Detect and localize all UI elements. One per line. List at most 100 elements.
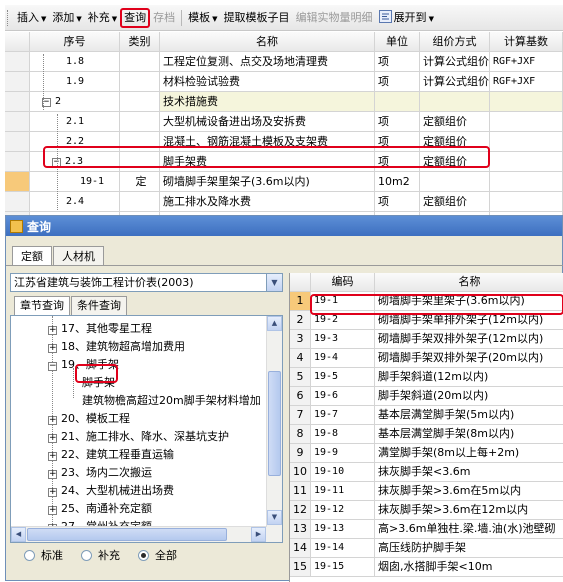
tree-node[interactable]: +20、模板工程	[48, 410, 130, 428]
table-row[interactable]: 19-1 定 砌墙脚手架里架子(3.6m以内) 10m2	[5, 172, 563, 192]
col-header-base[interactable]: 计算基数	[490, 32, 563, 52]
scroll-right-icon[interactable]: ▶	[251, 527, 266, 542]
col-header-code[interactable]: 编码	[311, 273, 375, 292]
chevron-down-icon: ▼	[76, 14, 82, 23]
table-row[interactable]: −2 技术措施费	[5, 92, 563, 112]
tab-divider	[6, 265, 563, 266]
tab-quota[interactable]: 定额	[12, 246, 52, 266]
seq-cell: 2.4	[30, 192, 120, 212]
scroll-up-icon[interactable]: ▲	[267, 316, 282, 331]
save-price-button[interactable]: 存档	[150, 8, 178, 28]
chevron-down-icon: ▼	[41, 14, 47, 23]
expand-icon[interactable]: +	[48, 434, 57, 443]
expand-icon[interactable]: +	[48, 488, 57, 497]
name-cell: 基本层满堂脚手架(5m以内)	[375, 406, 563, 425]
seq-cell: 19-1	[30, 172, 120, 192]
table-row[interactable]: 8 19-8 基本层满堂脚手架(8m以内)	[290, 425, 563, 444]
tab-condition-query[interactable]: 条件查询	[71, 296, 127, 315]
col-header-category[interactable]: 类别	[120, 32, 160, 52]
table-row[interactable]: 9 19-9 满堂脚手架(8m以上每+2m)	[290, 444, 563, 463]
table-row[interactable]: 15 19-15 烟囱,水搭脚手架<10m	[290, 558, 563, 577]
radio-circle[interactable]	[24, 549, 35, 561]
extract-template-button[interactable]: 提取模板子目	[221, 8, 293, 28]
tab-chapter-query[interactable]: 章节查询	[14, 296, 70, 315]
name-cell: 工程定位复测、点交及场地清理费	[160, 52, 375, 72]
table-row[interactable]: 2.4 施工排水及降水费 项 定额组价	[5, 192, 563, 212]
table-row[interactable]: 7 19-7 基本层满堂脚手架(5m以内)	[290, 406, 563, 425]
table-row[interactable]: 4 19-4 砌墙脚手架双排外架子(20m以内)	[290, 349, 563, 368]
scroll-down-icon[interactable]: ▼	[267, 510, 282, 525]
table-row[interactable]: 14 19-14 高压线防护脚手架	[290, 539, 563, 558]
radio-supplement[interactable]: 补充	[81, 547, 120, 563]
chapter-tree: +17、其他零星工程 +18、建筑物超高增加费用 −19、脚手架 脚手架 建筑物…	[10, 315, 283, 543]
query-button[interactable]: 查询	[120, 7, 151, 28]
table-row[interactable]: 2.1 大型机械设备进出场及安拆费 项 定额组价	[5, 112, 563, 132]
tree-node[interactable]: +25、南通补充定额	[48, 500, 152, 518]
scroll-thumb[interactable]	[268, 371, 281, 476]
row-number: 1	[290, 292, 311, 311]
category-cell	[120, 192, 160, 212]
radio-circle[interactable]	[138, 549, 149, 561]
col-header-unit[interactable]: 单位	[375, 32, 420, 52]
highlight-frame-result	[310, 294, 563, 315]
scroll-thumb[interactable]	[27, 528, 227, 541]
tree-node[interactable]: +23、场内二次搬运	[48, 464, 152, 482]
scroll-left-icon[interactable]: ◀	[11, 527, 26, 542]
table-row[interactable]: 6 19-6 脚手架斜道(20m以内)	[290, 387, 563, 406]
base-cell: RGF+JXF	[490, 72, 563, 92]
name-cell: 技术措施费	[160, 92, 375, 112]
tree-vertical-scrollbar[interactable]: ▲ ▼	[266, 316, 282, 542]
col-header-name[interactable]: 名称	[160, 32, 375, 52]
row-header	[5, 52, 30, 72]
code-cell: 19-13	[311, 520, 375, 539]
radio-label: 全部	[155, 549, 177, 562]
table-row[interactable]: 1.9 材料检验试验费 项 计算公式组价 RGF+JXF	[5, 72, 563, 92]
collapse-icon[interactable]: −	[48, 362, 57, 371]
grid-header-row: 序号 类别 名称 单位 组价方式 计算基数	[5, 32, 563, 52]
expand-to-menu[interactable]: 展开到 ▼	[376, 8, 437, 28]
code-cell: 19-7	[311, 406, 375, 425]
code-cell: 19-8	[311, 425, 375, 444]
radio-all[interactable]: 全部	[138, 547, 177, 563]
library-select[interactable]: 江苏省建筑与装饰工程计价表(2003) ▼	[10, 273, 283, 292]
table-row[interactable]: 11 19-11 抹灰脚手架>3.6m在5m以内	[290, 482, 563, 501]
expand-icon[interactable]: +	[48, 452, 57, 461]
col-header-method[interactable]: 组价方式	[420, 32, 490, 52]
tree-horizontal-scrollbar[interactable]: ◀ ▶	[11, 526, 267, 542]
col-header-seq[interactable]: 序号	[30, 32, 120, 52]
table-row[interactable]: 1.8 工程定位复测、点交及场地清理费 项 计算公式组价 RGF+JXF	[5, 52, 563, 72]
expand-icon[interactable]: +	[48, 470, 57, 479]
radio-circle[interactable]	[81, 549, 92, 561]
tree-node[interactable]: +22、建筑工程垂直运输	[48, 446, 174, 464]
dialog-title: 查询	[27, 219, 52, 234]
expand-icon[interactable]: +	[48, 344, 57, 353]
supplement-menu[interactable]: 补充 ▼	[85, 8, 120, 28]
table-row[interactable]: 12 19-12 抹灰脚手架>3.6m在12m以内	[290, 501, 563, 520]
tree-node[interactable]: +18、建筑物超高增加费用	[48, 338, 185, 356]
dialog-tabs: 定额 人材机	[12, 246, 105, 266]
expand-icon[interactable]: +	[48, 416, 57, 425]
table-row[interactable]: 5 19-5 脚手架斜道(12m以内)	[290, 368, 563, 387]
tree-node[interactable]: +21、施工排水、降水、深基坑支护	[48, 428, 229, 446]
expand-icon[interactable]: +	[48, 506, 57, 515]
expand-icon[interactable]: +	[48, 326, 57, 335]
base-cell	[490, 132, 563, 152]
name-cell: 材料检验试验费	[160, 72, 375, 92]
tree-node[interactable]: +24、大型机械进出场费	[48, 482, 174, 500]
toolbar-grip[interactable]	[7, 9, 10, 26]
table-row[interactable]: 13 19-13 高>3.6m单独柱.梁.墙.油(水)池壁砌	[290, 520, 563, 539]
edit-quantity-button[interactable]: 编辑实物量明细	[293, 8, 376, 28]
radio-label: 补充	[98, 549, 120, 562]
tree-node[interactable]: +17、其他零星工程	[48, 320, 152, 338]
add-menu[interactable]: 添加 ▼	[49, 8, 84, 28]
col-header-name[interactable]: 名称	[375, 273, 563, 292]
table-row[interactable]: 3 19-3 砌墙脚手架双排外架子(12m以内)	[290, 330, 563, 349]
table-row[interactable]: 10 19-10 抹灰脚手架<3.6m	[290, 463, 563, 482]
chevron-down-icon[interactable]: ▼	[266, 274, 282, 291]
insert-menu[interactable]: 插入 ▼	[14, 8, 49, 28]
template-menu[interactable]: 模板 ▼	[185, 8, 220, 28]
dialog-titlebar[interactable]: 查询	[6, 216, 562, 236]
radio-standard[interactable]: 标准	[24, 547, 63, 563]
tab-labor-material[interactable]: 人材机	[53, 246, 104, 266]
tree-node[interactable]: 建筑物檐高超过20m脚手架材料增加	[82, 392, 261, 410]
